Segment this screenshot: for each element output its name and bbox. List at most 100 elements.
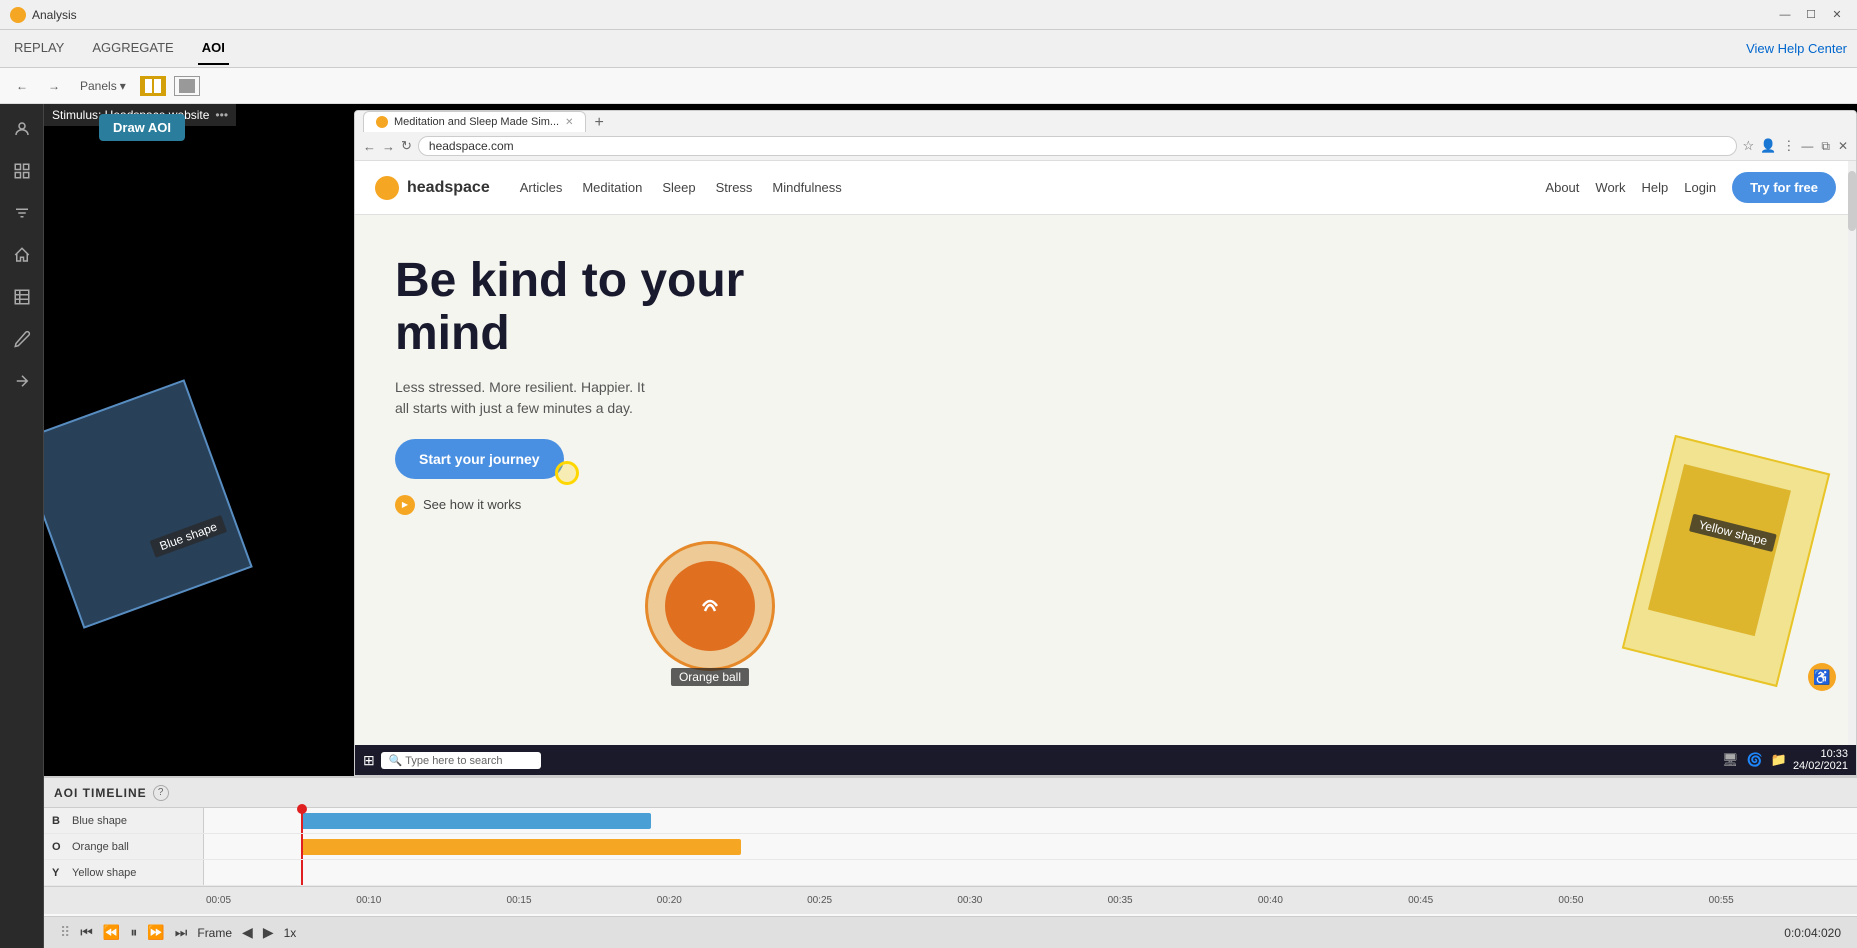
browser-back-button[interactable]: ←: [363, 139, 376, 154]
browser-profile-button[interactable]: 👤: [1760, 138, 1776, 154]
nav-sleep[interactable]: Sleep: [662, 180, 695, 195]
nav-work[interactable]: Work: [1595, 180, 1625, 195]
track-row-yellow: Y Yellow shape: [44, 860, 1857, 886]
sidebar-icon-grid[interactable]: [7, 156, 37, 186]
track-name-yellow: Yellow shape: [72, 867, 136, 879]
nav-meditation[interactable]: Meditation: [582, 180, 642, 195]
main-layout: Stimulus: Headspace website ••• Draw AOI…: [0, 104, 1857, 948]
orange-ball-label: Orange ball: [671, 668, 749, 686]
orange-ball-icon: [695, 591, 725, 621]
yellow-shape-aoi-container[interactable]: Yellow shape ♿: [1626, 431, 1836, 721]
ruler-mark-0: 00:05: [204, 895, 354, 906]
browser-more-button[interactable]: ⋮: [1782, 138, 1795, 154]
headspace-logo-circle: [375, 176, 399, 200]
sidebar-icon-export[interactable]: [7, 366, 37, 396]
draw-aoi-button[interactable]: Draw AOI: [99, 114, 185, 141]
scrollbar-thumb[interactable]: [1848, 171, 1856, 231]
tab-aggregate[interactable]: AGGREGATE: [88, 32, 177, 65]
panel-single-icon: [179, 79, 195, 93]
browser-minimize[interactable]: —: [1801, 139, 1813, 154]
frame-prev-button[interactable]: ◀: [242, 924, 253, 941]
back-button[interactable]: ←: [10, 76, 34, 96]
sidebar-icon-home[interactable]: [7, 240, 37, 270]
see-how-link[interactable]: ▶ See how it works: [395, 495, 1816, 515]
sidebar: [0, 104, 44, 948]
browser-bookmark-button[interactable]: ☆: [1743, 138, 1755, 154]
sidebar-icon-filter[interactable]: [7, 198, 37, 228]
skip-forward-button[interactable]: ⏭: [175, 924, 188, 941]
ruler-mark-1: 00:10: [354, 895, 504, 906]
close-button[interactable]: ✕: [1827, 5, 1847, 25]
nav-login[interactable]: Login: [1684, 180, 1716, 195]
browser-tab[interactable]: Meditation and Sleep Made Sim... ✕: [363, 111, 586, 132]
panel-view-2[interactable]: [174, 76, 200, 96]
browser-forward-button[interactable]: →: [382, 139, 395, 154]
tab-favicon: [376, 116, 388, 128]
prev-frame-button[interactable]: ⏪: [103, 924, 120, 941]
next-frame-button[interactable]: ⏩: [147, 924, 164, 941]
track-content-orange[interactable]: [204, 834, 1857, 859]
view-help-link[interactable]: View Help Center: [1746, 41, 1847, 56]
stimulus-options[interactable]: •••: [215, 108, 228, 122]
browser-close[interactable]: ✕: [1838, 139, 1848, 154]
ruler-mark-7: 00:40: [1256, 895, 1406, 906]
sidebar-icon-table[interactable]: [7, 282, 37, 312]
tab-replay[interactable]: REPLAY: [10, 32, 68, 65]
browser-url-bar[interactable]: headspace.com: [418, 136, 1737, 156]
track-content-yellow[interactable]: [204, 860, 1857, 885]
playhead-yellow: [301, 860, 303, 885]
forward-button[interactable]: →: [42, 76, 66, 96]
nav-bar: REPLAY AGGREGATE AOI View Help Center: [0, 30, 1857, 68]
timeline-bar-orange[interactable]: [301, 839, 741, 855]
playhead-orange: [301, 834, 303, 859]
new-tab-button[interactable]: +: [588, 114, 609, 132]
browser-window-controls: — ⧉ ✕: [1801, 139, 1848, 154]
start-menu-button[interactable]: ⊞: [363, 752, 375, 769]
taskbar-icon-3[interactable]: 📁: [1771, 752, 1787, 768]
taskbar-icon-2[interactable]: 🌀: [1747, 752, 1763, 768]
nav-mindfulness[interactable]: Mindfulness: [772, 180, 841, 195]
ruler-mark-3: 00:20: [655, 895, 805, 906]
orange-ball-inner: [665, 561, 755, 651]
track-name-blue: Blue shape: [72, 815, 127, 827]
timeline-bar-blue[interactable]: [301, 813, 651, 829]
restore-button[interactable]: ☐: [1801, 5, 1821, 25]
nav-articles[interactable]: Articles: [520, 180, 563, 195]
track-key-o: O: [52, 841, 66, 853]
headspace-logo[interactable]: headspace: [375, 176, 490, 200]
frame-next-button[interactable]: ▶: [263, 924, 274, 941]
track-content-blue[interactable]: [204, 808, 1857, 833]
browser-restore[interactable]: ⧉: [1821, 139, 1830, 154]
sidebar-icon-pen[interactable]: [7, 324, 37, 354]
aoi-timeline: AOI TIMELINE ? B Blue shape: [44, 776, 1857, 916]
orange-ball-aoi[interactable]: Orange ball: [645, 541, 775, 671]
skip-back-button[interactable]: ⏮: [80, 924, 93, 941]
nav-stress[interactable]: Stress: [716, 180, 753, 195]
start-journey-button[interactable]: Start your journey: [395, 439, 564, 479]
timeline-info-button[interactable]: ?: [153, 785, 169, 801]
track-row-orange: O Orange ball: [44, 834, 1857, 860]
yellow-shape-aoi[interactable]: Yellow shape: [1622, 435, 1830, 687]
orange-ball-aoi-container[interactable]: Orange ball: [645, 541, 775, 671]
nav-help[interactable]: Help: [1642, 180, 1669, 195]
blue-shape-aoi[interactable]: Blue shape: [44, 379, 253, 629]
panel-split-icon: [145, 79, 161, 93]
timeline-ruler: 00:05 00:10 00:15 00:20 00:25 00:30 00:3…: [44, 886, 1857, 914]
panel-view-1[interactable]: [140, 76, 166, 96]
headspace-nav-links: Articles Meditation Sleep Stress Mindful…: [520, 180, 842, 195]
try-for-free-button[interactable]: Try for free: [1732, 172, 1836, 203]
sidebar-icon-user[interactable]: [7, 114, 37, 144]
browser-reload-button[interactable]: ↻: [401, 138, 412, 154]
taskbar-icons: 🖥 🌀 📁: [1722, 752, 1787, 768]
playback-time: 0:0:04:020: [1784, 926, 1841, 940]
taskbar-search[interactable]: 🔍 Type here to search: [381, 752, 541, 769]
browser-chrome: Meditation and Sleep Made Sim... ✕ + ← →…: [355, 111, 1856, 161]
minimize-button[interactable]: —: [1775, 5, 1795, 25]
panels-button[interactable]: Panels ▾: [74, 76, 132, 96]
tab-close-button[interactable]: ✕: [565, 117, 573, 128]
tab-aoi[interactable]: AOI: [198, 32, 229, 65]
nav-about[interactable]: About: [1545, 180, 1579, 195]
taskbar-icon-1[interactable]: 🖥: [1722, 752, 1739, 768]
play-pause-button[interactable]: ⏸: [130, 924, 137, 941]
browser-scrollbar[interactable]: [1848, 161, 1856, 745]
